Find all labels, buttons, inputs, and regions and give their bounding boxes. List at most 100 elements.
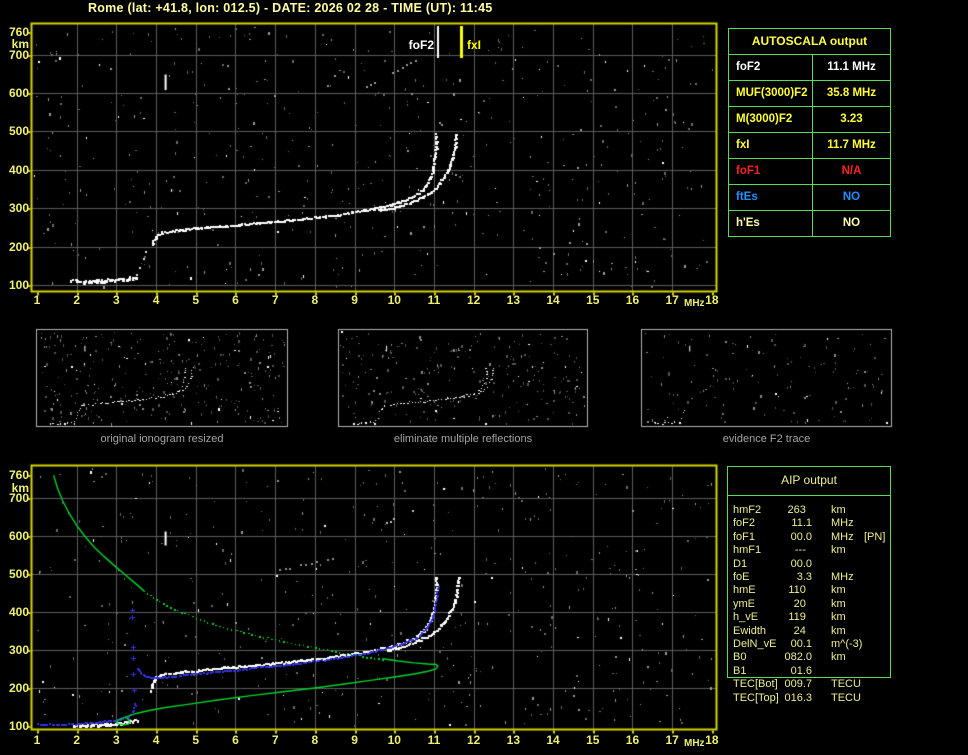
x-tick-label: 6 — [232, 733, 239, 747]
autoscala-row: h'Es NO — [729, 210, 890, 236]
aip-row: Ewidth 24 km — [727, 625, 897, 637]
autoscala-parameter-name: MUF(3000)F2 — [729, 81, 813, 106]
y-tick-label: 600 — [8, 86, 29, 100]
x-tick-label: 3 — [113, 733, 120, 747]
x-tick-label: 2 — [73, 293, 80, 307]
autoscala-parameter-value: NO — [842, 191, 861, 203]
x-tick-label: 11 — [427, 293, 441, 307]
y-tick-label: 100 — [8, 278, 29, 292]
autoscala-row: fxI 11.7 MHz — [729, 132, 890, 158]
y-tick-label: 300 — [8, 201, 29, 216]
aip-row: hmF1 --- km — [727, 544, 897, 556]
aip-row: ymE 20 km — [727, 598, 897, 610]
aip-parameter-name: hmF1 — [733, 544, 762, 557]
aip-parameter-unit: MHz — [831, 517, 854, 530]
x-tick-label: 1 — [33, 293, 41, 307]
aip-row: h_vE 119 km — [727, 611, 897, 623]
autoscala-parameter-value: 3.23 — [840, 113, 863, 125]
x-tick-label: 5 — [192, 293, 200, 307]
autoscala-parameter-name: M(3000)F2 — [729, 107, 813, 132]
x-axis-unit-mhz: MHz — [684, 738, 705, 749]
aip-parameter-unit: km — [831, 504, 846, 516]
aip-parameter-unit: km — [831, 624, 846, 637]
aip-row: hmF2 263 km — [727, 504, 897, 516]
aip-parameter-value: 082.0 — [784, 651, 812, 664]
x-tick-label: 15 — [586, 733, 600, 747]
autoscala-parameter-value: N/A — [841, 165, 862, 177]
aip-row: TEC[Bot] 009.7 TECU — [727, 678, 897, 690]
aip-parameter-name: B1 — [733, 664, 747, 677]
thumbnail-caption-f2trace: evidence F2 trace — [722, 433, 811, 445]
autoscala-parameter-value: 35.8 MHz — [826, 87, 877, 99]
aip-parameter-unit: km — [831, 651, 846, 664]
aip-parameter-value: 016.3 — [784, 691, 812, 704]
x-tick-label: 9 — [351, 293, 358, 307]
x-tick-label: 4 — [152, 293, 160, 307]
x-tick-label: 18 — [705, 293, 719, 307]
x-tick-label: 16 — [625, 293, 640, 307]
x-tick-label: 17 — [665, 733, 679, 747]
x-tick-label: 3 — [113, 293, 120, 307]
autoscala-table-rows: foF2 11.1 MHz MUF(3000)F2 35.8 MHz M(3000)F2… — [729, 54, 890, 236]
autoscala-parameter-name: foF2 — [729, 55, 813, 80]
aip-parameter-value: 00.1 — [790, 638, 812, 650]
aip-parameter-unit: TECU — [831, 678, 861, 691]
x-tick-label: 5 — [192, 733, 200, 747]
x-tick-label: 2 — [73, 733, 80, 747]
x-tick-label: 15 — [586, 293, 600, 307]
aip-parameter-name: hmF2 — [733, 504, 762, 516]
aip-parameter-unit: km — [831, 544, 846, 557]
aip-parameter-unit: km — [831, 611, 846, 624]
aip-table-rows: hmF2 263 km foF2 11.1 MHz foF1 00.0 MHz [PN] hmF1… — [727, 466, 907, 711]
aip-row: foF2 11.1 MHz — [727, 517, 897, 529]
aip-parameter-unit: TECU — [831, 691, 861, 704]
aip-parameter-value: 263 — [787, 504, 812, 516]
autoscala-parameter-value: NO — [842, 217, 861, 229]
x-tick-label: 16 — [625, 733, 640, 747]
aip-parameter-name: foF1 — [733, 530, 756, 543]
aip-parameter-name: B0 — [733, 651, 747, 664]
y-tick-label: 200 — [8, 681, 29, 695]
aip-parameter-unit: km — [831, 584, 846, 597]
y-tick-label: 760 — [8, 468, 29, 483]
autoscala-row: foF1 N/A — [729, 158, 890, 184]
aip-parameter-value: 009.7 — [784, 678, 812, 691]
aip-parameter-value: --- — [794, 544, 812, 557]
aip-row: TEC[Top] 016.3 TECU — [727, 692, 897, 704]
y-tick-label: 100 — [8, 719, 29, 733]
x-tick-label: 8 — [311, 293, 319, 307]
x-tick-label: 1 — [33, 733, 41, 747]
aip-parameter-unit: km — [831, 597, 846, 610]
y-tick-label: 600 — [8, 529, 29, 543]
aip-parameter-unit: MHz — [831, 571, 854, 583]
y-tick-label: 300 — [8, 643, 29, 657]
fof2-marker-label: foF2 — [408, 38, 434, 52]
aip-row: foE 3.3 MHz — [727, 571, 897, 583]
x-tick-label: 7 — [271, 733, 279, 747]
aip-row: B0 082.0 km — [727, 651, 897, 663]
aip-parameter-name: foE — [733, 571, 750, 583]
aip-parameter-name: foF2 — [733, 517, 756, 530]
aip-parameter-unit: MHz — [831, 530, 854, 543]
autoscala-parameter-name: foF1 — [729, 159, 813, 184]
aip-parameter-value: 119 — [788, 611, 812, 624]
x-tick-label: 4 — [152, 733, 160, 747]
x-axis-unit-mhz: MHz — [684, 298, 705, 309]
aip-parameter-unit: m^(-3) — [831, 638, 863, 650]
autoscala-row: foF2 11.1 MHz — [729, 54, 890, 80]
autoscala-output-table: AUTOSCALA output foF2 11.1 MHz MUF(3000)F2… — [728, 28, 891, 237]
aip-parameter-value: 00.0 — [790, 530, 812, 543]
y-tick-label: 200 — [8, 239, 29, 254]
station-title: Rome (lat: +41.8, lon: 012.5) - DATE: 20… — [88, 1, 493, 15]
aip-parameter-name: D1 — [733, 557, 748, 570]
y-tick-label: 760 — [8, 24, 29, 39]
aip-parameter-value: 11.1 — [791, 517, 812, 530]
thumbnail-caption-cleaned: eliminate multiple reflections — [393, 433, 533, 445]
autoscala-parameter-value: 11.7 MHz — [827, 139, 876, 151]
autoscala-row: M(3000)F2 3.23 — [729, 106, 890, 132]
aip-row: foF1 00.0 MHz [PN] — [727, 531, 897, 543]
x-tick-label: 10 — [387, 293, 401, 307]
x-tick-label: 8 — [311, 733, 319, 747]
y-tick-label: 400 — [8, 605, 29, 619]
x-tick-label: 10 — [387, 733, 401, 747]
